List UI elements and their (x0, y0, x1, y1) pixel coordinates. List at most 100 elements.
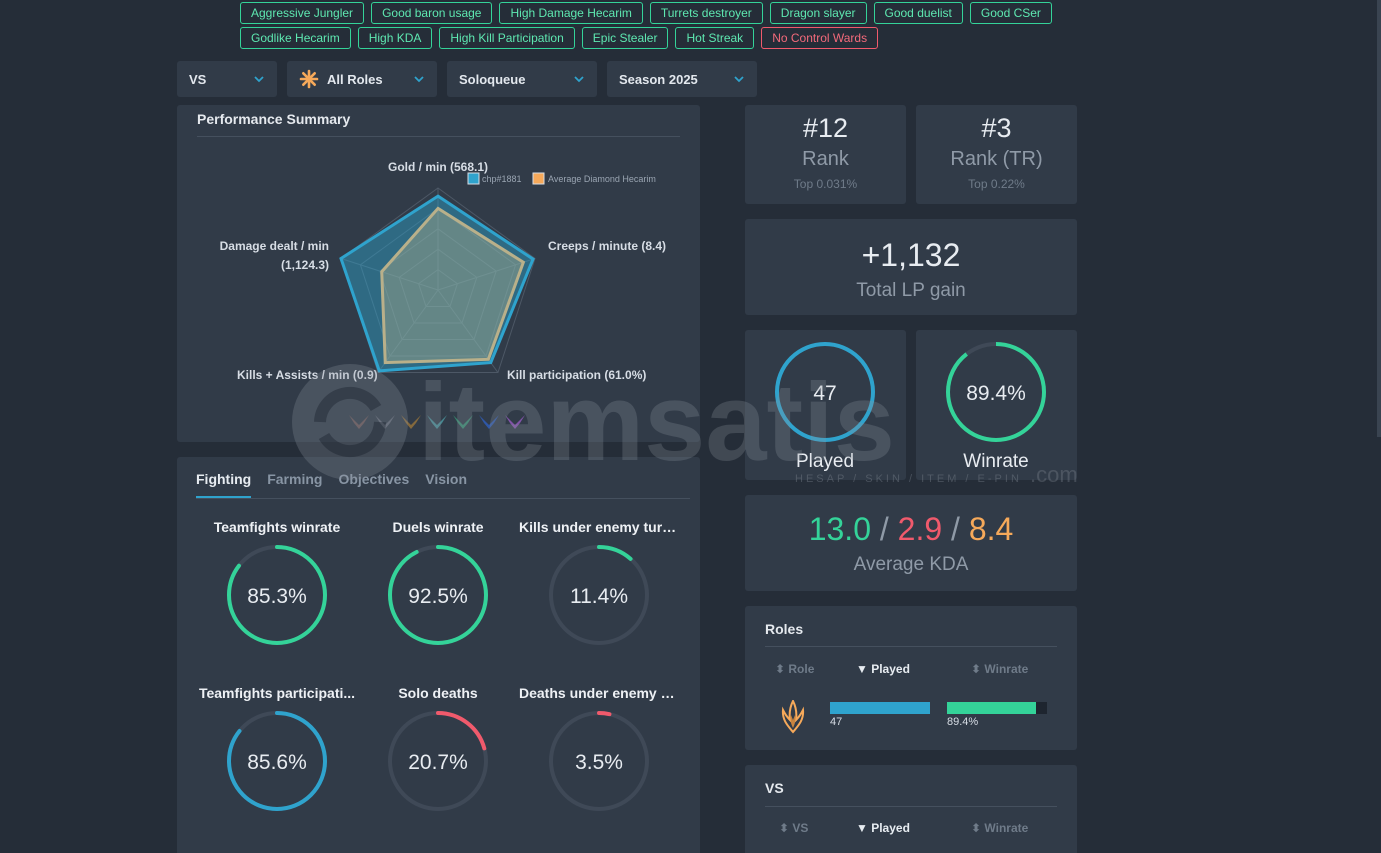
metric-card: Deaths under enemy tur... 3.5% (519, 685, 679, 813)
rank-tr-number: #3 (981, 113, 1012, 143)
filter-bar: VS All Roles Soloqueue Season 2025 (177, 61, 757, 97)
vs-filter[interactable]: VS (177, 61, 277, 97)
winrate-bar-track (947, 702, 1047, 714)
kda-card: 13.0 / 2.9 / 8.4 Average KDA (745, 495, 1077, 591)
rank-badge-icon[interactable] (505, 415, 525, 429)
chevron-down-icon (734, 76, 744, 83)
metric-card: Solo deaths 20.7% (358, 685, 518, 813)
sort-winrate-header[interactable]: ⬍ Winrate (971, 821, 1028, 835)
sort-down-icon: ▼ (856, 662, 872, 676)
tag-dragon-slayer[interactable]: Dragon slayer (769, 2, 867, 24)
tag-row-1: Aggressive Jungler Good baron usage High D… (240, 2, 1052, 24)
roles-filter-label: All Roles (327, 71, 383, 87)
chevron-down-icon (414, 76, 424, 83)
tag-godlike-hecarim[interactable]: Godlike Hecarim (240, 27, 351, 49)
rank-tr-card: #3 Rank (TR) Top 0.22% (916, 105, 1077, 204)
season-filter[interactable]: Season 2025 (607, 61, 757, 97)
radar-axis-label-kp: Kill participation (61.0%) (507, 368, 646, 382)
kda-kills: 13.0 (808, 511, 871, 547)
tag-good-duelist[interactable]: Good duelist (873, 2, 963, 24)
divider (765, 646, 1057, 647)
rank-card: #12 Rank Top 0.031% (745, 105, 906, 204)
radar-chart: Gold / min (568.1) Creeps / minute (8.4) K… (220, 160, 666, 429)
chevron-down-icon (254, 76, 264, 83)
sort-winrate-header[interactable]: ⬍ Winrate (971, 662, 1028, 676)
tab-vision[interactable]: Vision (425, 471, 467, 498)
rank-badge-icon[interactable] (375, 415, 395, 429)
sort-icon: ⬍ (775, 662, 789, 676)
performance-summary-card: Performance Summary Gold / min (568.1) Cr… (177, 105, 700, 442)
tag-aggressive-jungler[interactable]: Aggressive Jungler (240, 2, 365, 24)
metric-value: 92.5% (408, 585, 468, 608)
kda-separator: / (951, 511, 960, 547)
tag-good-baron-usage[interactable]: Good baron usage (371, 2, 493, 24)
metric-ring: 85.6% (227, 711, 327, 811)
legend-player-swatch[interactable] (467, 172, 480, 185)
winrate-bar-fill (947, 702, 1037, 714)
metric-label: Teamfights winrate (213, 519, 341, 535)
vs-card: VS ⬍ VS ▼ Played ⬍ Winrate (745, 765, 1077, 853)
winrate-label: Winrate (963, 451, 1028, 472)
tag-high-kda[interactable]: High KDA (357, 27, 433, 49)
role-played-value: 47 (830, 716, 843, 728)
rank-top: Top 0.031% (793, 177, 858, 191)
played-bar-fill (830, 702, 930, 714)
metric-label: Deaths under enemy tur... (519, 685, 679, 701)
roles-filter[interactable]: All Roles (287, 61, 437, 97)
metric-ring: 20.7% (388, 711, 488, 811)
rank-badge-icon[interactable] (349, 415, 369, 429)
metric-value: 3.5% (575, 751, 623, 774)
played-bar-track (830, 702, 930, 714)
rank-badge-icon[interactable] (453, 415, 473, 429)
played-label: Played (796, 451, 854, 472)
winrate-card: 89.4% Winrate (916, 330, 1077, 480)
tag-hot-streak[interactable]: Hot Streak (675, 27, 755, 49)
played-value: 47 (813, 382, 836, 405)
sort-played-header[interactable]: ▼ Played (856, 821, 910, 835)
sort-role-header[interactable]: ⬍ Role (775, 662, 814, 676)
rank-badge-icon[interactable] (401, 415, 421, 429)
radar-axis-label-creeps: Creeps / minute (8.4) (548, 239, 666, 253)
scrollbar[interactable] (1377, 0, 1381, 437)
tag-row-2: Godlike Hecarim High KDA High Kill Partici… (240, 27, 879, 49)
metric-value: 85.3% (247, 585, 307, 608)
kda-label: Average KDA (853, 554, 969, 575)
kda-deaths: 2.9 (897, 511, 943, 547)
tag-turrets-destroyer[interactable]: Turrets destroyer (649, 2, 763, 24)
legend-average-swatch[interactable] (532, 172, 545, 185)
metric-label: Solo deaths (398, 685, 478, 701)
metric-card: Teamfights winrate 85.3% (197, 519, 357, 647)
rank-tr-label: Rank (TR) (950, 148, 1043, 170)
sort-played-header[interactable]: ▼ Played (856, 662, 910, 676)
metric-label: Duels winrate (392, 519, 484, 535)
metric-ring: 92.5% (388, 545, 488, 645)
radar-axis-label-ka: Kills + Assists / min (0.9) (237, 368, 378, 382)
tab-fighting[interactable]: Fighting (196, 471, 252, 498)
queue-filter[interactable]: Soloqueue (447, 61, 597, 97)
kda-separator: / (879, 511, 889, 547)
tag-high-damage-hecarim[interactable]: High Damage Hecarim (499, 2, 643, 24)
legend-average-label: Average Diamond Hecarim (548, 174, 656, 184)
tag-high-kill-participation[interactable]: High Kill Participation (439, 27, 575, 49)
tag-no-control-wards[interactable]: No Control Wards (761, 27, 879, 49)
sort-vs-header[interactable]: ⬍ VS (779, 821, 808, 835)
metric-card: Duels winrate 92.5% (358, 519, 518, 647)
tag-epic-stealer[interactable]: Epic Stealer (581, 27, 669, 49)
winrate-value: 89.4% (966, 382, 1026, 405)
legend-player-label: chp#1881 (482, 174, 522, 184)
vs-filter-label: VS (189, 71, 207, 87)
played-ring: 47 Played (775, 342, 875, 472)
all-roles-icon (299, 69, 319, 89)
rank-badge-icon[interactable] (479, 415, 499, 429)
role-winrate-value: 89.4% (947, 716, 979, 728)
fighting-card: Fighting Farming Objectives Vision Teamfigh… (177, 457, 700, 853)
lp-gain-value: +1,132 (861, 237, 961, 273)
metric-ring: 3.5% (549, 711, 649, 811)
tab-farming[interactable]: Farming (267, 471, 322, 498)
tab-objectives[interactable]: Objectives (338, 471, 409, 498)
rank-badge-icon[interactable] (427, 415, 447, 429)
tag-good-cser[interactable]: Good CSer (969, 2, 1052, 24)
kda-assists: 8.4 (968, 511, 1014, 547)
sort-icon: ⬍ (971, 662, 985, 676)
metric-value: 85.6% (247, 751, 307, 774)
